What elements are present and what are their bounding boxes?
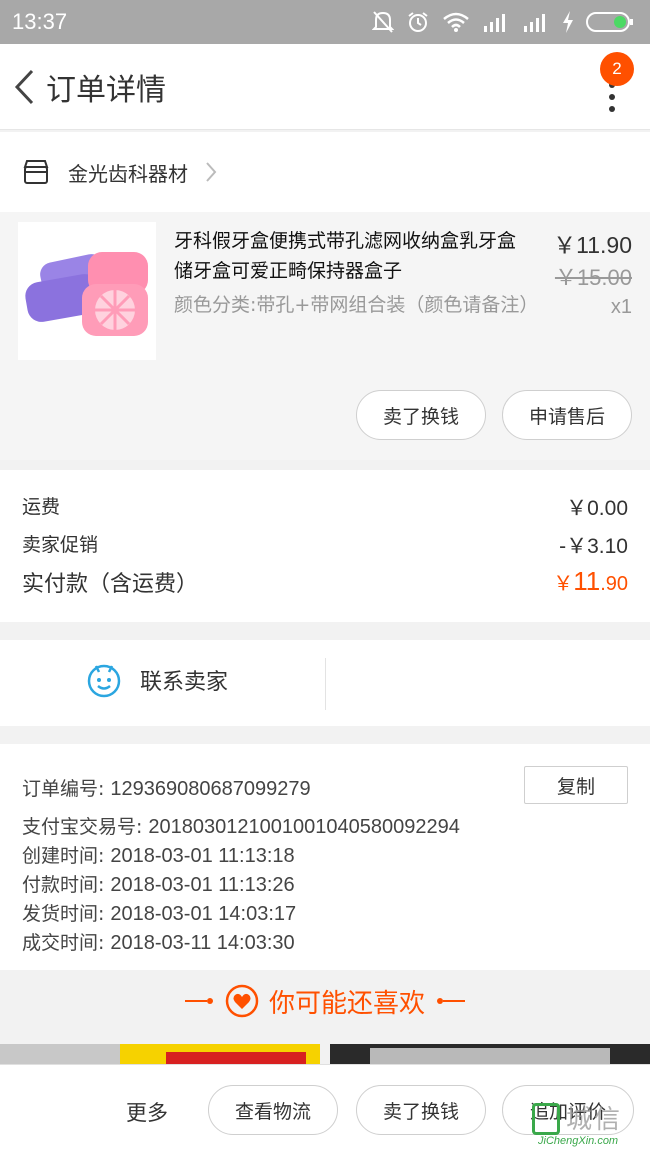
page-title: 订单详情 [46,72,166,108]
shipping-value: ￥0.00 [566,497,628,520]
signal-icon-1 [484,14,505,32]
shipped-row: 发货时间: 2018-03-01 14:03:17 [22,903,297,925]
product-thumbnail[interactable] [18,222,156,360]
signal-icon-2 [524,14,545,32]
created-time: 2018-03-01 11:13:18 [110,845,295,867]
chat-face-icon [87,664,121,698]
status-icons [372,10,634,34]
shipping-row: 运费 ￥0.00 [22,492,628,522]
order-item[interactable]: 牙科假牙盒便携式带孔滤网收纳盒乳牙盒储牙盒可爱正畸保持器盒子 颜色分类:带孔+带… [0,212,650,460]
order-number-row: 订单编号: 129369080687099279 [22,778,311,800]
contact-seller-label: 联系卖家 [140,670,229,695]
contact-seller-button[interactable]: 联系卖家 [86,662,228,698]
contact-section: 联系卖家 [0,640,650,726]
charging-icon [563,11,573,33]
promo-row: 卖家促销 -￥3.10 [22,530,628,560]
promo-value: -￥3.10 [559,535,628,558]
shop-icon [23,160,49,184]
total-value: ￥11.90 [553,566,628,596]
product-sku: 颜色分类:带孔+带网组合装（颜色请备注） [174,294,539,316]
watermark-url: JiChengXin.com [538,1135,619,1147]
closed-time: 2018-03-11 14:03:30 [110,932,295,954]
watermark-logo-icon [532,1103,560,1135]
closed-row: 成交时间: 2018-03-11 14:03:30 [22,932,295,954]
total-label: 实付款（含运费） [22,572,199,597]
sell-again-button[interactable]: 卖了换钱 [356,1085,486,1135]
battery-icon [586,12,633,32]
product-price: ￥11.90 [553,232,632,258]
paid-time: 2018-03-01 11:13:26 [110,874,295,896]
shop-header[interactable]: 金光齿科器材 [0,132,650,212]
chevron-right-icon [206,162,217,182]
order-number: 129369080687099279 [110,778,311,800]
alarm-icon [408,12,428,32]
shipped-time: 2018-03-01 14:03:17 [110,903,297,925]
bottom-action-bar: 更多 查看物流 卖了换钱 追加评价 城信 JiChengXin.com [0,1064,650,1155]
more-actions-button[interactable]: 更多 [126,1097,168,1127]
product-original-price: ￥15.00 [554,265,632,290]
copy-order-button[interactable]: 复制 [524,766,628,804]
status-time: 13:37 [12,9,68,34]
status-bar: 13:37 [0,0,650,44]
watermark-text: 城信 [566,1105,623,1135]
recommend-header: 你可能还喜欢 [0,970,650,1032]
view-logistics-button[interactable]: 查看物流 [208,1085,338,1135]
heart-icon [225,984,259,1018]
shop-name: 金光齿科器材 [68,161,188,186]
message-count-badge: 2 [600,52,634,86]
paid-row: 付款时间: 2018-03-01 11:13:26 [22,874,295,896]
shipping-label: 运费 [22,496,61,518]
nav-bar: 订单详情 2 [0,44,650,130]
total-row: 实付款（含运费） ￥11.90 [22,566,628,598]
divider [325,658,326,710]
after-sale-button[interactable]: 申请售后 [502,390,632,440]
order-info: 订单编号: 129369080687099279 复制 支付宝交易号: 201803… [0,744,650,970]
recommend-title: 你可能还喜欢 [268,988,425,1019]
alipay-number: 2018030121001001040580092294 [148,816,460,838]
right-decoration [437,998,465,1004]
watermark: 城信 JiChengXin.com [532,1101,644,1149]
alipay-row: 支付宝交易号: 2018030121001001040580092294 [22,816,460,838]
fee-summary: 运费 ￥0.00 卖家促销 -￥3.10 实付款（含运费） ￥11.90 [0,470,650,622]
created-row: 创建时间: 2018-03-01 11:13:18 [22,845,295,867]
back-button[interactable] [2,44,46,130]
mute-bell-icon [372,11,394,33]
promo-label: 卖家促销 [22,534,99,556]
product-quantity: x1 [610,296,632,318]
left-decoration [184,998,213,1004]
sell-button[interactable]: 卖了换钱 [356,390,486,440]
chevron-left-icon [14,69,34,104]
product-title: 牙科假牙盒便携式带孔滤网收纳盒乳牙盒储牙盒可爱正畸保持器盒子 [174,230,517,282]
wifi-icon [443,12,469,32]
